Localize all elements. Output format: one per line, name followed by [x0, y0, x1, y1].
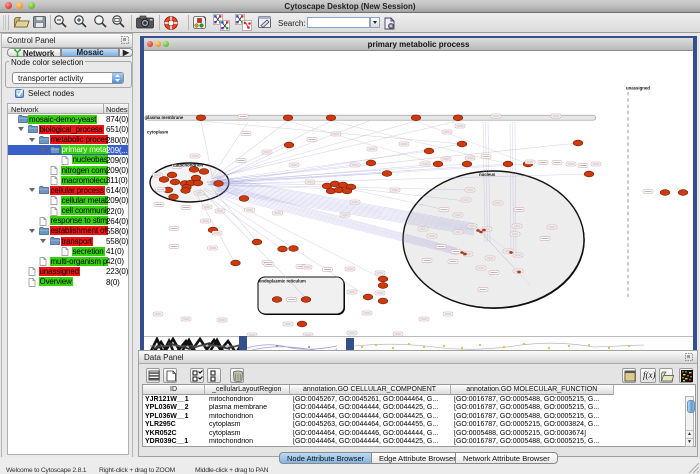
- svg-text:plasma membrane: plasma membrane: [146, 115, 184, 120]
- svg-text:nucleus: nucleus: [479, 172, 496, 177]
- svg-text:endoplasmic reticulum: endoplasmic reticulum: [259, 279, 306, 284]
- svg-text:mitochondrion: mitochondrion: [173, 163, 203, 168]
- svg-text:unassigned: unassigned: [626, 86, 650, 91]
- svg-text:cytoplasm: cytoplasm: [147, 130, 168, 135]
